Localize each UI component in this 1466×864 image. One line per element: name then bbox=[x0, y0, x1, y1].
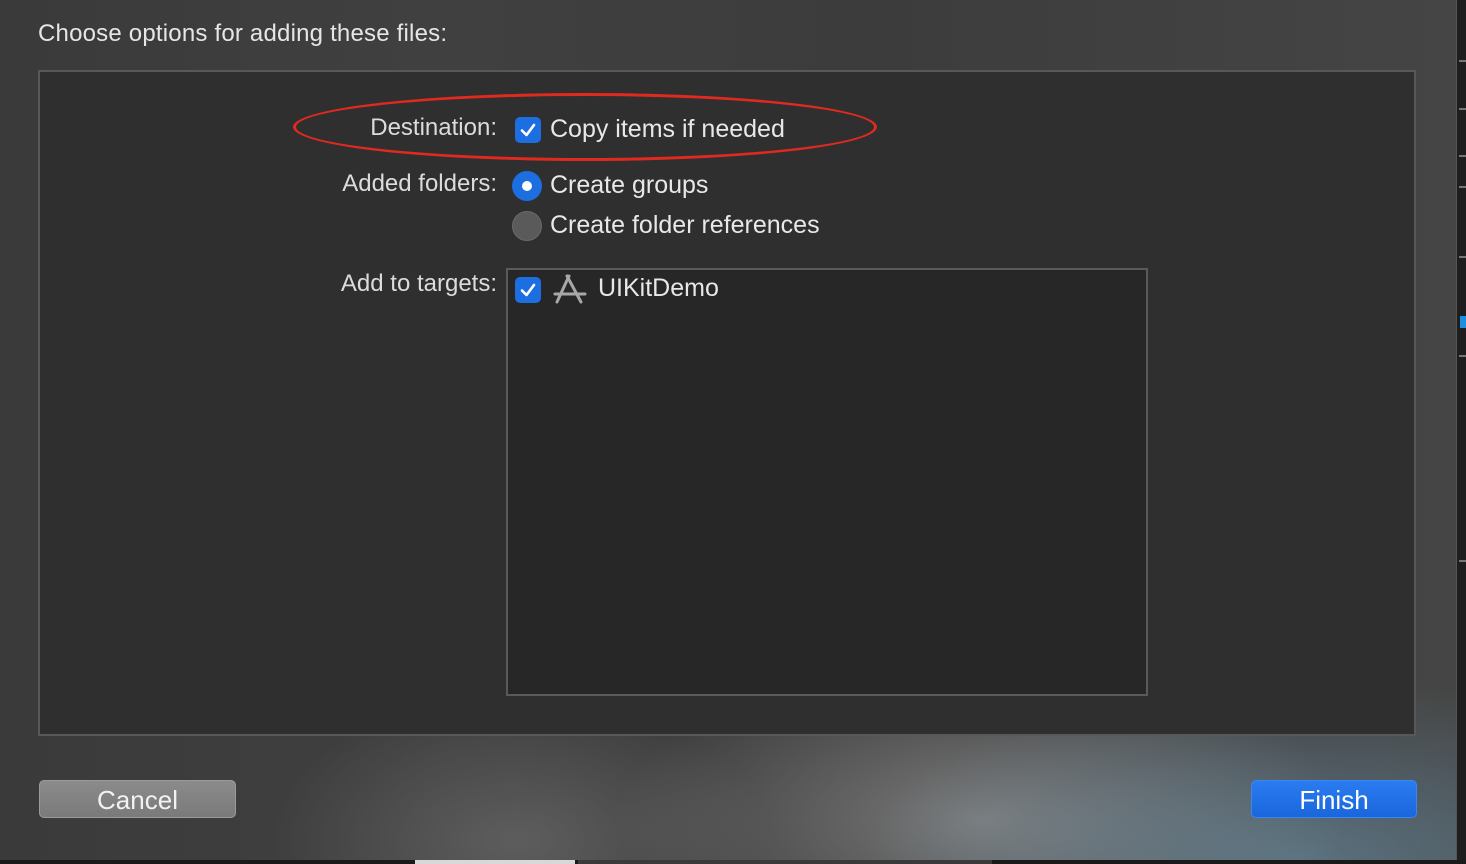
edge-mark bbox=[1459, 186, 1466, 188]
edge-accent bbox=[1460, 316, 1466, 328]
radio-dot-icon bbox=[522, 181, 532, 191]
bottom-segment bbox=[578, 860, 992, 864]
annotation-ellipse bbox=[293, 93, 877, 161]
create-groups-label[interactable]: Create groups bbox=[550, 171, 708, 200]
edge-mark bbox=[1459, 60, 1466, 62]
create-folder-references-radio[interactable] bbox=[512, 211, 542, 241]
target-name[interactable]: UIKitDemo bbox=[598, 274, 719, 303]
dialog-heading: Choose options for adding these files: bbox=[38, 20, 448, 47]
background-window-edge bbox=[1456, 0, 1466, 864]
edge-mark bbox=[1459, 355, 1466, 357]
add-to-targets-label: Add to targets: bbox=[340, 270, 497, 297]
target-checkbox-uikitdemo[interactable] bbox=[515, 277, 541, 303]
finish-button[interactable]: Finish bbox=[1251, 780, 1417, 818]
targets-list bbox=[506, 268, 1148, 696]
added-folders-label: Added folders: bbox=[342, 170, 497, 197]
add-files-options-sheet: Choose options for adding these files: D… bbox=[0, 0, 1456, 860]
bottom-segment bbox=[415, 860, 575, 864]
edge-mark bbox=[1459, 560, 1466, 562]
cancel-button[interactable]: Cancel bbox=[39, 780, 236, 818]
checkmark-icon bbox=[520, 283, 536, 297]
app-target-icon bbox=[553, 274, 587, 304]
edge-mark bbox=[1459, 155, 1466, 157]
create-folder-references-label[interactable]: Create folder references bbox=[550, 211, 820, 240]
edge-mark bbox=[1459, 108, 1466, 110]
create-groups-radio[interactable] bbox=[512, 171, 542, 201]
edge-mark bbox=[1459, 256, 1466, 258]
background-window-bottom bbox=[0, 860, 1466, 864]
